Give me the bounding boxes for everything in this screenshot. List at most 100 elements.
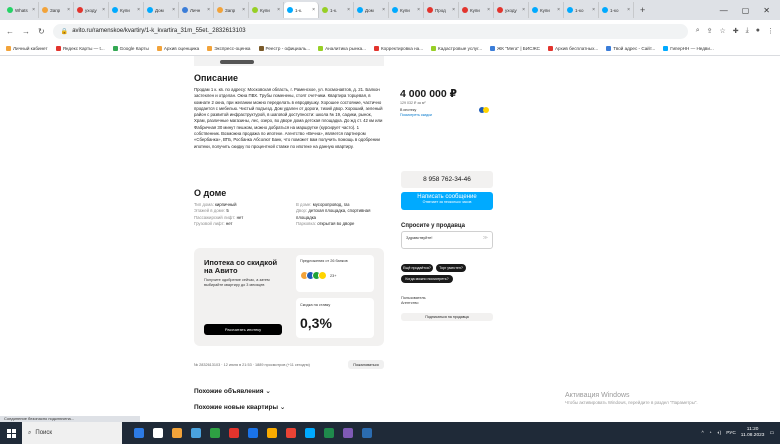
browser-tab[interactable]: Купи × [389, 2, 424, 18]
new-tab-button[interactable]: + [634, 5, 651, 15]
browser-tab[interactable]: Купи × [249, 2, 284, 18]
bookmark-item[interactable]: Аналитика рынка... [318, 46, 366, 51]
notifications-icon[interactable]: ▭ [769, 431, 774, 436]
network-icon[interactable]: ◔ [709, 431, 712, 436]
tab-close-icon[interactable]: × [452, 7, 455, 13]
bookmark-item[interactable]: Личный кабинет [6, 46, 48, 51]
bookmark-item[interactable]: Яндекс Карты — t... [55, 46, 105, 51]
browser-tab[interactable]: Запр × [39, 2, 74, 18]
tab-close-icon[interactable]: × [32, 7, 35, 13]
similar-listings-toggle[interactable]: Похожие объявления ⌄ [194, 387, 271, 395]
calculate-mortgage-button[interactable]: Рассчитать ипотеку [204, 324, 282, 335]
rate-discount-card[interactable]: Скидка на ставку 0,3% [296, 298, 374, 338]
tab-close-icon[interactable]: × [592, 7, 595, 13]
taskbar-app-icon[interactable] [191, 428, 201, 438]
bookmark-item[interactable]: Архив оценщика [156, 46, 199, 51]
browser-tab[interactable]: уходу × [74, 2, 109, 18]
quick-question-chip[interactable]: Торг уместен? [436, 264, 466, 272]
back-icon[interactable]: ← [6, 27, 14, 36]
browser-tab[interactable]: 1-ко × [599, 2, 634, 18]
taskbar-app-icon[interactable] [267, 428, 277, 438]
seller-name[interactable]: Агентство [401, 301, 426, 306]
tab-close-icon[interactable]: × [172, 7, 175, 13]
bookmark-item[interactable]: Корректировка на... [373, 46, 423, 51]
bank-offers-card[interactable]: Предложения от 26 банков 23+ [296, 255, 374, 292]
taskbar-app-icon[interactable] [134, 428, 144, 438]
tab-close-icon[interactable]: × [137, 7, 140, 13]
taskbar-app-icon[interactable] [343, 428, 353, 438]
download-icon[interactable]: ⤓ [746, 27, 749, 35]
tab-close-icon[interactable]: × [347, 7, 350, 13]
extensions-icon[interactable]: ✚ [733, 27, 739, 35]
ask-seller-input[interactable]: Здравствуйте! ≫ [401, 231, 493, 249]
tab-close-icon[interactable]: × [382, 7, 385, 13]
url-field[interactable]: 🔒 avito.ru/ramenskoe/kvartiry/1-k_kvarti… [52, 23, 688, 39]
language-indicator[interactable]: РУС [726, 431, 736, 436]
minimize-icon[interactable]: — [720, 6, 728, 15]
browser-tab[interactable]: Купи × [529, 2, 564, 18]
quick-question-chip[interactable]: Когда можно посмотреть? [401, 275, 453, 283]
browser-tab[interactable]: Купи × [109, 2, 144, 18]
bookmark-item[interactable]: Google Карты [112, 46, 149, 51]
quick-question-chip[interactable]: Ещё продаётся? [401, 264, 433, 272]
browser-tab[interactable]: Дом × [354, 2, 389, 18]
similar-new-flats-toggle[interactable]: Похожие новые квартиры ⌄ [194, 403, 285, 411]
maximize-icon[interactable]: ▢ [742, 6, 750, 15]
profile-icon[interactable]: ● [756, 27, 760, 35]
start-button[interactable] [0, 422, 22, 444]
bookmark-item[interactable]: Архив бесплатных... [547, 46, 598, 51]
browser-tab[interactable]: Купи × [459, 2, 494, 18]
send-icon[interactable]: ≫ [483, 235, 488, 241]
bookmark-item[interactable]: ГиперНН — Недви... [663, 46, 714, 51]
browser-tab[interactable]: Запр × [214, 2, 249, 18]
share-icon[interactable]: ⇪ [707, 27, 713, 35]
tab-close-icon[interactable]: × [417, 7, 420, 13]
tab-close-icon[interactable]: × [207, 7, 210, 13]
tab-close-icon[interactable]: × [102, 7, 105, 13]
browser-tab[interactable]: Дом × [144, 2, 179, 18]
show-phone-button[interactable]: 8 958 762-34-46 [401, 171, 493, 188]
tab-close-icon[interactable]: × [67, 7, 70, 13]
zoom-icon[interactable]: ⌕ [696, 27, 700, 35]
taskbar-app-icon[interactable] [286, 428, 296, 438]
tab-close-icon[interactable]: × [242, 7, 245, 13]
taskbar-search[interactable]: ⌕ Поиск [22, 422, 122, 444]
tab-close-icon[interactable]: × [557, 7, 560, 13]
volume-icon[interactable]: ◖) [717, 431, 722, 436]
tab-close-icon[interactable]: × [627, 7, 630, 13]
browser-tab[interactable]: уходу × [494, 2, 529, 18]
forward-icon[interactable]: → [22, 27, 30, 36]
tab-close-icon[interactable]: × [312, 7, 315, 13]
taskbar-app-icon[interactable] [210, 428, 220, 438]
bookmark-item[interactable]: Экспресс-оценка [207, 46, 251, 51]
browser-tab[interactable]: 1-к. × [319, 2, 354, 18]
subscribe-seller-button[interactable]: Подписаться на продавца [401, 313, 493, 321]
bookmark-item[interactable]: Кадастровые услуг... [431, 46, 482, 51]
browser-tab[interactable]: Whats × [4, 2, 39, 18]
taskbar-app-icon[interactable] [248, 428, 258, 438]
taskbar-app-icon[interactable] [153, 428, 163, 438]
tab-close-icon[interactable]: × [277, 7, 280, 13]
taskbar-app-icon[interactable] [229, 428, 239, 438]
clock[interactable]: 11:20 11.08.2023 [741, 427, 765, 439]
complain-button[interactable]: Пожаловаться [348, 360, 384, 369]
close-window-icon[interactable]: ✕ [763, 6, 770, 15]
browser-tab[interactable]: Прод × [424, 2, 459, 18]
taskbar-app-icon[interactable] [324, 428, 334, 438]
menu-icon[interactable]: ⋮ [767, 27, 774, 35]
taskbar-app-icon[interactable] [305, 428, 315, 438]
bookmark-item[interactable]: Твой адрес - Сайт... [606, 46, 655, 51]
tab-close-icon[interactable]: × [522, 7, 525, 13]
tab-close-icon[interactable]: × [487, 7, 490, 13]
tray-chevron-icon[interactable]: ^ [702, 431, 704, 436]
write-message-button[interactable]: Написать сообщение Отвечает за несколько… [401, 192, 493, 210]
browser-tab[interactable]: Личн × [179, 2, 214, 18]
reload-icon[interactable]: ↻ [38, 27, 45, 36]
star-icon[interactable]: ☆ [720, 27, 726, 35]
taskbar-app-icon[interactable] [172, 428, 182, 438]
mortgage-discounts-link[interactable]: Посмотреть скидки [400, 113, 432, 118]
taskbar-app-icon[interactable] [362, 428, 372, 438]
bookmark-item[interactable]: Реестр - официаль... [258, 46, 310, 51]
bookmark-item[interactable]: ЖК "Мега" | БИСЖС [490, 46, 540, 51]
browser-tab[interactable]: 1-ко × [564, 2, 599, 18]
